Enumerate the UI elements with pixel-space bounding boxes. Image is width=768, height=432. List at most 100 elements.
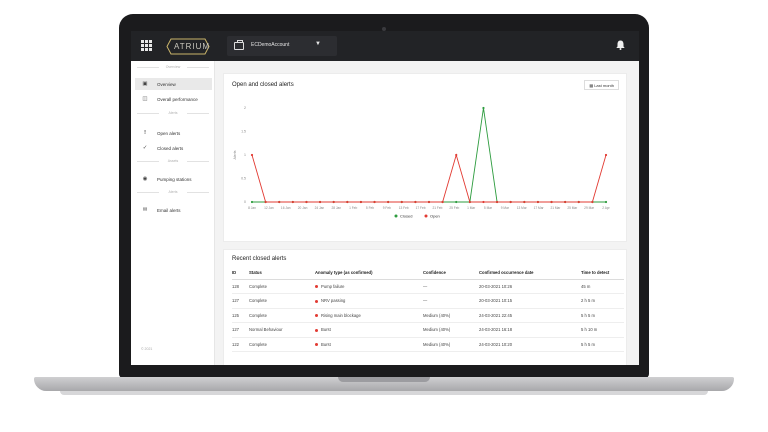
status-dot-icon xyxy=(315,343,318,347)
sidebar-item-email-alerts[interactable]: ✉ Email alerts xyxy=(135,204,212,216)
data-point-open xyxy=(591,200,594,204)
data-point-open xyxy=(346,200,349,204)
table-cell-id: 127 xyxy=(232,293,249,309)
x-tick-label: 1 Feb xyxy=(349,206,357,210)
table-row[interactable]: 125 Complete Rising main blockage Medium (4… xyxy=(232,308,624,323)
x-tick-label: 28 Jan xyxy=(331,206,341,210)
cell-text: 127 xyxy=(232,298,239,304)
sidebar-item-label: Open alerts xyxy=(157,130,181,136)
table-cell-confidence: — xyxy=(423,293,479,309)
table-cell-anomaly: Rising main blockage xyxy=(315,308,423,323)
cell-text: Medium (40%) xyxy=(423,312,451,318)
y-tick-label: 1 xyxy=(244,153,246,157)
col-header-time-to-detect[interactable]: Time to detect xyxy=(581,267,624,280)
alerts-table: ID Status Anomaly type (as confirmed) Co… xyxy=(232,267,624,352)
table-cell-status: Complete xyxy=(249,337,315,352)
laptop-notch xyxy=(338,377,430,382)
data-point-open xyxy=(468,200,471,204)
sidebar-item-closed-alerts[interactable]: ✓ Closed alerts xyxy=(135,142,212,154)
cell-text: 2 h 5 m xyxy=(581,298,595,304)
status-dot-icon xyxy=(315,299,318,303)
sidebar: Overview ▣ Overview ◫ Overall performanc… xyxy=(131,61,215,365)
table-cell-id: 122 xyxy=(232,337,249,352)
sidebar-item-overview[interactable]: ▣ Overview xyxy=(135,78,212,90)
x-tick-label: 25 Mar xyxy=(567,206,578,210)
sidebar-item-label: Overview xyxy=(157,81,176,87)
sidebar-item-open-alerts[interactable]: ! Open alerts xyxy=(135,127,212,139)
x-tick-label: 17 Feb xyxy=(416,206,426,210)
data-point-open xyxy=(482,200,485,204)
table-cell-status: Complete xyxy=(249,308,315,323)
bell-icon[interactable] xyxy=(616,40,625,50)
table-row[interactable]: 127 Complete NRV passing — 20-03-2021 10:15 2… xyxy=(232,293,624,309)
legend-label-closed: Closed xyxy=(400,213,412,218)
x-tick-label: 17 Mar xyxy=(534,206,545,210)
cell-text: 24-03-2021 16:18 xyxy=(479,327,513,333)
account-selector[interactable]: ECDemoAccount ▼ xyxy=(227,36,337,56)
table-cell-date: 20-03-2021 10:26 xyxy=(479,279,581,294)
briefcase-icon xyxy=(234,40,244,50)
sidebar-item-overall-performance[interactable]: ◫ Overall performance xyxy=(135,93,212,105)
y-tick-label: 0 xyxy=(244,200,246,204)
x-tick-label: 2 Apr xyxy=(602,206,610,210)
table-row[interactable]: 127 Normal Behaviour Burst Medium (40%) 24-0… xyxy=(232,322,624,338)
cell-text: Medium (40%) xyxy=(423,341,451,347)
sidebar-section-label: Assets xyxy=(131,159,215,163)
y-tick-label: 0.5 xyxy=(241,177,246,181)
table-cell-status: Complete xyxy=(249,279,315,294)
table-header-row: ID Status Anomaly type (as confirmed) Co… xyxy=(232,267,624,280)
laptop-base-shadow xyxy=(60,391,708,395)
table-cell-id: 125 xyxy=(232,308,249,323)
data-point-open xyxy=(278,200,281,204)
data-point-open xyxy=(332,200,335,204)
col-header-confidence[interactable]: Confidence xyxy=(423,267,479,280)
cell-text: — xyxy=(423,298,428,304)
data-point-open xyxy=(387,200,390,204)
col-header-date[interactable]: Confirmed occurrence date xyxy=(479,267,581,280)
table-row[interactable]: 128 Complete Pump failure — 20-03-2021 10:26… xyxy=(232,279,624,294)
data-point-open xyxy=(550,200,553,204)
data-point-open xyxy=(264,200,267,204)
data-point-open xyxy=(604,153,608,157)
data-point-closed xyxy=(250,200,254,204)
cell-text: 125 xyxy=(232,312,239,318)
series-line-closed xyxy=(252,107,606,203)
table-cell-confidence: Medium (40%) xyxy=(423,337,479,352)
table-row[interactable]: 122 Complete Burst Medium (40%) 24-03-2021 1… xyxy=(232,337,624,352)
data-point-open xyxy=(455,153,458,157)
sidebar-item-label: Overall performance xyxy=(157,96,198,102)
data-point-open xyxy=(373,200,376,204)
col-header-anomaly[interactable]: Anomaly type (as confirmed) xyxy=(315,267,423,280)
data-point-closed xyxy=(455,200,458,204)
cell-text: 45 m xyxy=(581,283,591,289)
data-point-open xyxy=(564,200,567,204)
cell-text: 5 h 5 m xyxy=(581,312,595,318)
cell-text: Complete xyxy=(249,298,267,304)
x-tick-label: 9 Mar xyxy=(501,206,510,210)
col-header-status[interactable]: Status xyxy=(249,267,315,280)
x-tick-label: 5 Feb xyxy=(366,206,374,210)
cell-text: NRV passing xyxy=(321,298,346,304)
x-tick-label: 13 Mar xyxy=(517,206,528,210)
col-header-id[interactable]: ID xyxy=(232,267,249,280)
cell-text: Rising main blockage xyxy=(321,312,361,318)
sidebar-item-pumping-stations[interactable]: ◉ Pumping stations xyxy=(135,173,212,185)
envelope-icon: ✉ xyxy=(142,207,148,213)
x-tick-label: 5 Mar xyxy=(484,206,493,210)
status-dot-icon xyxy=(315,285,318,289)
cell-text: 127 xyxy=(232,327,239,333)
cell-text: — xyxy=(423,283,428,289)
data-point-open xyxy=(291,200,294,204)
cell-text: Complete xyxy=(249,312,267,318)
x-tick-label: 9 Feb xyxy=(383,206,391,210)
sidebar-section-label: Alerts xyxy=(131,190,215,194)
table-cell-date: 24-03-2021 10:20 xyxy=(479,337,581,352)
cell-text: Complete xyxy=(249,341,267,347)
table-cell-ttd: 5 h 10 m xyxy=(581,322,624,338)
table-cell-confidence: — xyxy=(423,279,479,294)
data-point-open xyxy=(509,200,512,204)
table-cell-status: Normal Behaviour xyxy=(249,322,315,338)
cell-text: 24-03-2021 10:20 xyxy=(479,341,513,347)
apps-grid-icon[interactable] xyxy=(141,40,152,51)
table-cell-anomaly: Burst xyxy=(315,337,423,352)
